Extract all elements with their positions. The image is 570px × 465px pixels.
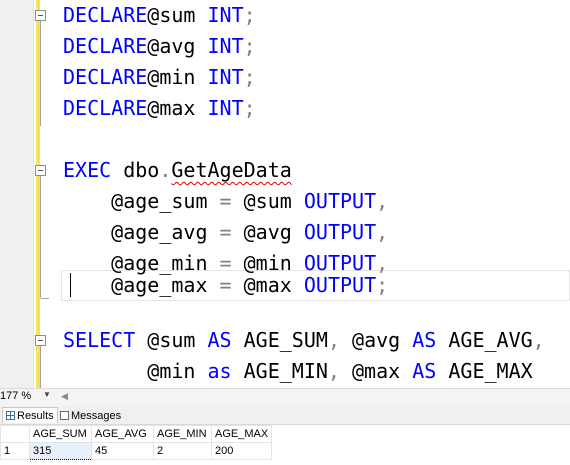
code-token: = [219, 273, 244, 297]
cell-age-avg[interactable]: 45 [91, 442, 154, 460]
code-token: @age_avg [63, 220, 220, 244]
code-token: OUTPUT [303, 189, 377, 213]
collapse-exec-icon[interactable] [35, 165, 46, 176]
code-token: SELECT [63, 328, 148, 352]
code-token: = [219, 220, 244, 244]
code-line[interactable]: SELECT @sum AS AGE_SUM, @avg AS AGE_AVG, [63, 325, 545, 356]
code-token: , [376, 189, 389, 213]
results-tab-strip: Results Messages [0, 406, 570, 425]
cell-age-sum[interactable]: 315 [29, 442, 92, 460]
code-token: . [159, 158, 172, 182]
code-token: @age_max [63, 273, 220, 297]
code-token: AS [412, 359, 449, 383]
selection-margin [0, 0, 34, 388]
code-token: GetAgeData [171, 158, 292, 182]
code-token: , [376, 220, 389, 244]
code-token: EXEC [63, 158, 124, 182]
zoom-dropdown-icon[interactable]: ▼ [43, 390, 51, 399]
code-token: ; [243, 96, 256, 120]
code-token: @avg [243, 220, 304, 244]
code-line[interactable]: DECLARE@sum INT; [63, 0, 256, 31]
code-line[interactable]: EXEC dbo.GetAgeData [63, 155, 292, 186]
editor-status-bar: 177 % ▼ ◀ [0, 388, 570, 406]
code-token: @max [243, 273, 304, 297]
code-token: @avg [352, 328, 413, 352]
code-token: , [532, 328, 545, 352]
code-token: AGE_AVG [448, 328, 533, 352]
code-token: @max [352, 359, 413, 383]
code-token: DECLARE [63, 3, 148, 27]
code-token: @sum [147, 3, 208, 27]
code-token: DECLARE [63, 65, 148, 89]
code-line[interactable]: @age_max = @max OUTPUT; [63, 270, 388, 301]
code-token: ; [376, 273, 389, 297]
code-token: @sum [147, 328, 208, 352]
outline-guide [40, 21, 52, 126]
messages-icon [60, 411, 69, 420]
code-token: @max [147, 96, 208, 120]
code-line[interactable]: DECLARE@max INT; [63, 93, 256, 124]
results-grid[interactable]: AGE_SUM AGE_AVG AGE_MIN AGE_MAX 1 315 45… [0, 425, 273, 460]
code-token: , [327, 359, 353, 383]
query-editor[interactable]: DECLARE@sum INT; DECLARE@avg INT; DECLARE@… [0, 0, 570, 388]
code-token: AS [207, 328, 244, 352]
scroll-left-icon[interactable]: ◀ [61, 391, 68, 402]
column-header[interactable]: AGE_MAX [210, 425, 273, 443]
outline-guide [40, 346, 52, 388]
tab-messages[interactable]: Messages [57, 408, 124, 423]
code-token: INT [207, 3, 244, 27]
cell-age-min[interactable]: 2 [153, 442, 212, 460]
code-token: @sum [243, 189, 304, 213]
code-token: OUTPUT [303, 220, 377, 244]
tab-results[interactable]: Results [2, 407, 58, 423]
column-header[interactable]: AGE_MIN [153, 425, 212, 443]
code-token: @min [63, 359, 208, 383]
code-line[interactable]: DECLARE@min INT; [63, 62, 256, 93]
code-token: , [327, 328, 353, 352]
row-number[interactable]: 1 [0, 442, 30, 460]
code-token: ; [243, 34, 256, 58]
code-token: INT [207, 65, 244, 89]
code-token: AGE_SUM [243, 328, 328, 352]
collapse-declare-icon[interactable] [35, 10, 46, 21]
tab-messages-label: Messages [71, 409, 122, 422]
code-token: ; [243, 3, 256, 27]
horizontal-scrollbar[interactable] [72, 391, 570, 403]
outline-end-tick [41, 298, 49, 299]
code-token: INT [207, 96, 244, 120]
code-token: as [207, 359, 244, 383]
column-header[interactable]: AGE_AVG [91, 425, 154, 443]
collapse-select-icon[interactable] [35, 335, 46, 346]
tab-results-label: Results [17, 409, 54, 422]
code-token: AS [412, 328, 449, 352]
table-row: 1 315 45 2 200 [0, 442, 273, 460]
code-line[interactable]: DECLARE@avg INT; [63, 31, 256, 62]
code-line[interactable]: @age_avg = @avg OUTPUT, [63, 217, 388, 248]
code-token: ; [243, 65, 256, 89]
code-token: AGE_MAX [448, 359, 533, 383]
code-token: = [219, 189, 244, 213]
code-token: DECLARE [63, 96, 148, 120]
code-line[interactable]: @min as AGE_MIN, @max AS AGE_MAX [63, 356, 533, 387]
code-token: AGE_MIN [243, 359, 328, 383]
column-header[interactable]: AGE_SUM [29, 425, 92, 443]
cell-age-max[interactable]: 200 [210, 442, 273, 460]
zoom-level[interactable]: 177 % [0, 390, 31, 402]
code-token: OUTPUT [303, 273, 377, 297]
corner-cell[interactable] [0, 425, 30, 443]
code-token: DECLARE [63, 34, 148, 58]
header-row: AGE_SUM AGE_AVG AGE_MIN AGE_MAX [0, 425, 273, 443]
code-token: dbo [123, 158, 160, 182]
code-token: INT [207, 34, 244, 58]
code-line[interactable]: @age_sum = @sum OUTPUT, [63, 186, 388, 217]
code-token: @avg [147, 34, 208, 58]
outline-guide [40, 176, 52, 298]
code-token: @age_sum [63, 189, 220, 213]
code-token: @min [147, 65, 208, 89]
grid-icon [6, 411, 15, 420]
